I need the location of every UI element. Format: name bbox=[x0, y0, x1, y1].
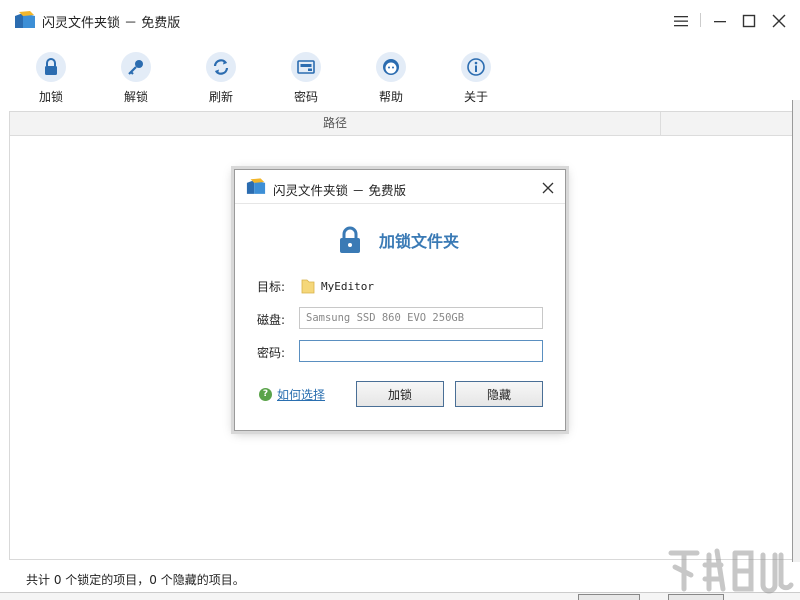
hide-button[interactable]: 隐藏 bbox=[455, 381, 543, 407]
column-header-path[interactable]: 路径 bbox=[10, 112, 661, 136]
key-icon bbox=[121, 52, 151, 82]
toolbar-password-button[interactable]: 密码 bbox=[278, 52, 334, 105]
toolbar-unlock-button[interactable]: 解锁 bbox=[108, 52, 164, 105]
help-face-icon bbox=[376, 52, 406, 82]
lock-button[interactable]: 加锁 bbox=[356, 381, 444, 407]
dialog-close-button[interactable] bbox=[536, 177, 560, 199]
list-header: 路径 bbox=[10, 112, 800, 136]
title-bar: 闪灵文件夹锁 － 免费版 bbox=[0, 0, 800, 40]
toolbar-help-button[interactable]: 帮助 bbox=[363, 52, 419, 105]
target-value: MyEditor bbox=[321, 279, 374, 293]
maximize-icon bbox=[742, 14, 756, 28]
close-icon bbox=[542, 182, 554, 194]
window-title: 闪灵文件夹锁 － 免费版 bbox=[42, 16, 181, 31]
dialog-heading: 加锁文件夹 bbox=[339, 224, 459, 256]
menu-button[interactable] bbox=[666, 8, 696, 34]
hamburger-icon bbox=[674, 16, 688, 27]
password-icon bbox=[291, 52, 321, 82]
toolbar-about-label: 关于 bbox=[463, 90, 488, 104]
info-icon bbox=[461, 52, 491, 82]
column-header-extra[interactable] bbox=[662, 112, 792, 136]
password-input[interactable] bbox=[299, 340, 543, 362]
lock-icon bbox=[36, 52, 66, 82]
dialog-app-logo-icon bbox=[246, 178, 266, 194]
app-logo-icon bbox=[15, 11, 35, 28]
lock-folder-dialog: 闪灵文件夹锁 － 免费版 加锁文件夹 目标: MyEditor 磁盘: Sams… bbox=[234, 169, 566, 431]
background-window-edge bbox=[792, 100, 800, 600]
close-icon bbox=[772, 14, 786, 28]
lock-icon bbox=[340, 226, 360, 253]
toolbar-lock-label: 加锁 bbox=[38, 90, 63, 104]
toolbar-unlock-label: 解锁 bbox=[123, 90, 148, 104]
toolbar-lock-button[interactable]: 加锁 bbox=[23, 52, 79, 105]
folder-icon bbox=[301, 279, 315, 294]
disk-label: 磁盘: bbox=[257, 313, 286, 327]
toolbar: 加锁 解锁 刷新 密码 帮助 关于 bbox=[0, 44, 800, 108]
toolbar-about-button[interactable]: 关于 bbox=[448, 52, 504, 105]
title-separator bbox=[700, 13, 701, 27]
main-window: 闪灵文件夹锁 － 免费版 加锁 解锁 刷新 密码 帮助 关于 路径 共计 0 个… bbox=[0, 0, 800, 600]
toolbar-refresh-button[interactable]: 刷新 bbox=[193, 52, 249, 105]
dialog-title: 闪灵文件夹锁 － 免费版 bbox=[273, 183, 406, 198]
close-button[interactable] bbox=[764, 8, 794, 34]
how-to-choose-text: 如何选择 bbox=[277, 388, 326, 402]
status-text: 共计 0 个锁定的项目，0 个隐藏的项目。 bbox=[26, 573, 245, 587]
refresh-icon bbox=[206, 52, 236, 82]
dialog-heading-text: 加锁文件夹 bbox=[379, 232, 460, 251]
watermark-logo-icon bbox=[668, 548, 794, 594]
how-to-choose-link[interactable]: ? 如何选择 bbox=[259, 386, 325, 403]
question-icon: ? bbox=[259, 388, 272, 401]
password-label: 密码: bbox=[257, 346, 286, 360]
background-tab bbox=[578, 594, 640, 600]
target-label: 目标: bbox=[257, 280, 286, 294]
dialog-title-bar: 闪灵文件夹锁 － 免费版 bbox=[235, 170, 565, 204]
target-row: MyEditor bbox=[301, 277, 374, 295]
maximize-button[interactable] bbox=[734, 8, 764, 34]
toolbar-refresh-label: 刷新 bbox=[208, 90, 233, 104]
minimize-button[interactable] bbox=[705, 8, 735, 34]
disk-field: Samsung SSD 860 EVO 250GB bbox=[299, 307, 543, 329]
toolbar-help-label: 帮助 bbox=[378, 90, 403, 104]
minimize-icon bbox=[714, 21, 726, 23]
toolbar-password-label: 密码 bbox=[293, 90, 318, 104]
